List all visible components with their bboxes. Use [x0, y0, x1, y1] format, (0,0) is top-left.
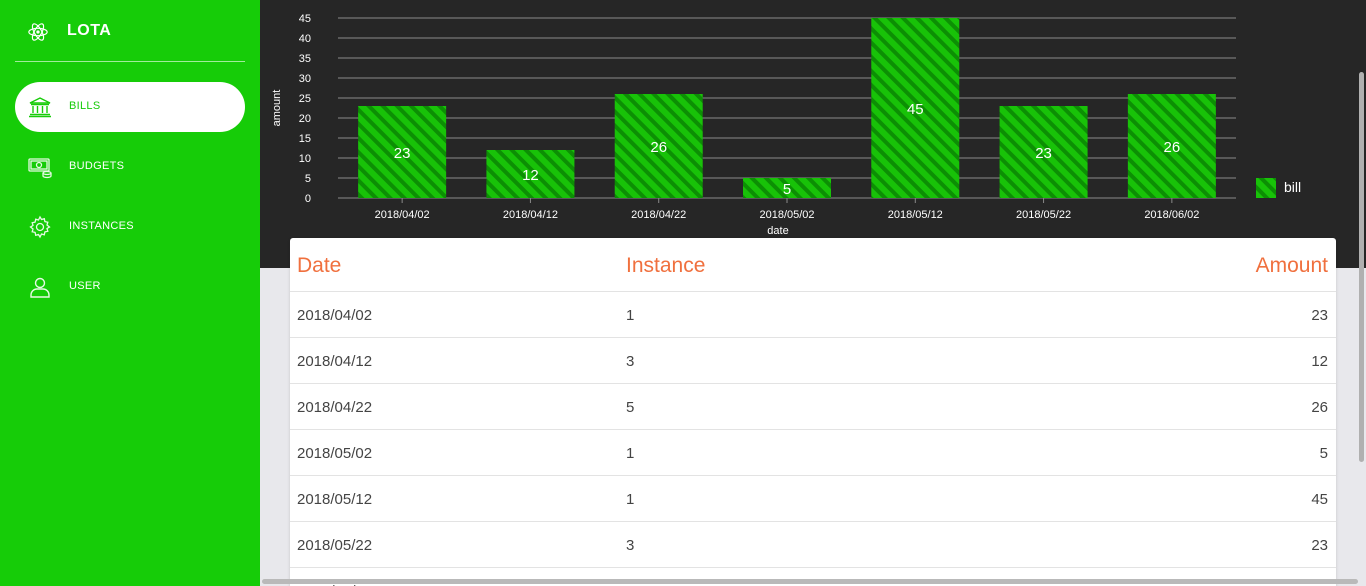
bar-value-label: 12	[522, 167, 539, 184]
table-row[interactable]: 2018/05/02 1 5	[290, 430, 1336, 476]
y-tick-label: 35	[299, 53, 311, 65]
x-axis-title: date	[767, 225, 788, 237]
cell-date: 2018/04/02	[297, 307, 373, 324]
y-tick-label: 30	[299, 73, 311, 85]
cell-date: 2018/05/12	[297, 491, 373, 508]
cell-instance: 1	[626, 491, 635, 508]
column-header-date[interactable]: Date	[297, 254, 341, 278]
y-tick-label: 25	[299, 93, 311, 105]
cell-amount: 26	[1311, 399, 1328, 416]
cell-amount: 23	[1311, 307, 1328, 324]
cell-amount: 5	[1319, 445, 1328, 462]
legend: bill	[1256, 178, 1301, 198]
chart-panel: 0 5 10 15 20 25 30 35 40 45 23 2018/04/02 12 2018/04/…	[260, 0, 1366, 268]
cell-date: 2018/04/22	[297, 399, 373, 416]
vertical-scrollbar[interactable]	[1359, 72, 1364, 462]
cell-date: 2018/04/12	[297, 353, 373, 370]
cell-instance: 3	[626, 353, 635, 370]
x-tick-label: 2018/04/22	[631, 209, 686, 221]
x-tick-label: 2018/04/02	[375, 209, 430, 221]
y-tick-label: 5	[305, 173, 311, 185]
y-tick-label: 15	[299, 133, 311, 145]
table-row[interactable]: 2018/05/12 1 45	[290, 476, 1336, 522]
cell-instance: 1	[626, 307, 635, 324]
y-tick-label: 0	[305, 193, 311, 205]
y-axis-title: amount	[271, 90, 283, 127]
cell-amount: 23	[1311, 537, 1328, 554]
bar-value-label: 26	[650, 139, 667, 156]
sidebar-item-label: BUDGETS	[69, 160, 125, 172]
column-header-instance[interactable]: Instance	[626, 254, 705, 278]
sidebar-item-instances[interactable]: INSTANCES	[15, 202, 245, 252]
legend-label: bill	[1284, 179, 1301, 195]
sidebar-item-label: INSTANCES	[69, 220, 134, 232]
x-tick-label: 2018/05/22	[1016, 209, 1071, 221]
sidebar-item-label: BILLS	[69, 100, 101, 112]
app-name: LOTA	[67, 22, 112, 39]
bar-value-label: 23	[1035, 145, 1052, 162]
bank-icon	[29, 97, 51, 118]
column-header-amount[interactable]: Amount	[1256, 254, 1328, 278]
bar-value-label: 45	[907, 101, 924, 118]
sidebar: LOTA BILLS BUDGETS INSTANCES USER	[0, 0, 260, 586]
cell-date: 2018/05/02	[297, 445, 373, 462]
table-row[interactable]: 2018/04/12 3 12	[290, 338, 1336, 384]
sidebar-item-bills[interactable]: BILLS	[15, 82, 245, 132]
bar-value-label: 26	[1164, 139, 1181, 156]
sidebar-nav: BILLS BUDGETS INSTANCES USER	[15, 82, 245, 322]
money-icon	[28, 158, 52, 179]
cell-instance: 1	[626, 445, 635, 462]
cell-date: 2018/05/22	[297, 537, 373, 554]
x-tick-label: 2018/05/02	[759, 209, 814, 221]
bills-table: Date Instance Amount 2018/04/02 1 23 2018/0…	[290, 238, 1336, 586]
y-tick-label: 45	[299, 13, 311, 25]
x-tick-label: 2018/05/12	[888, 209, 943, 221]
gear-icon	[29, 215, 51, 239]
cell-instance: 5	[626, 399, 635, 416]
y-tick-label: 40	[299, 33, 311, 45]
bar-value-label: 5	[783, 181, 791, 198]
user-icon	[30, 277, 50, 298]
cell-amount: 45	[1311, 491, 1328, 508]
sidebar-item-label: USER	[69, 280, 101, 292]
x-tick-label: 2018/04/12	[503, 209, 558, 221]
legend-swatch	[1256, 178, 1276, 198]
y-tick-label: 20	[299, 113, 311, 125]
bar-value-label: 23	[394, 145, 411, 162]
table-row[interactable]: 2018/04/22 5 26	[290, 384, 1336, 430]
divider	[15, 61, 245, 62]
bar-chart: 0 5 10 15 20 25 30 35 40 45 23 2018/04/02 12 2018/04/…	[271, 13, 1301, 237]
table-header: Date Instance Amount	[290, 238, 1336, 292]
table-row[interactable]: 2018/04/02 1 23	[290, 292, 1336, 338]
main-content: 0 5 10 15 20 25 30 35 40 45 23 2018/04/02 12 2018/04/…	[260, 0, 1366, 586]
table-row[interactable]: 2018/05/22 3 23	[290, 522, 1336, 568]
cell-amount: 12	[1311, 353, 1328, 370]
table-body: 2018/04/02 1 23 2018/04/12 3 12 2018/04/22 5 26 2…	[290, 292, 1336, 586]
atom-icon	[28, 23, 48, 41]
horizontal-scrollbar[interactable]	[262, 579, 1358, 584]
y-tick-label: 10	[299, 153, 311, 165]
sidebar-item-budgets[interactable]: BUDGETS	[15, 142, 245, 192]
sidebar-item-user[interactable]: USER	[15, 262, 245, 312]
brand[interactable]: LOTA	[0, 0, 260, 62]
cell-instance: 3	[626, 537, 635, 554]
x-tick-label: 2018/06/02	[1144, 209, 1199, 221]
